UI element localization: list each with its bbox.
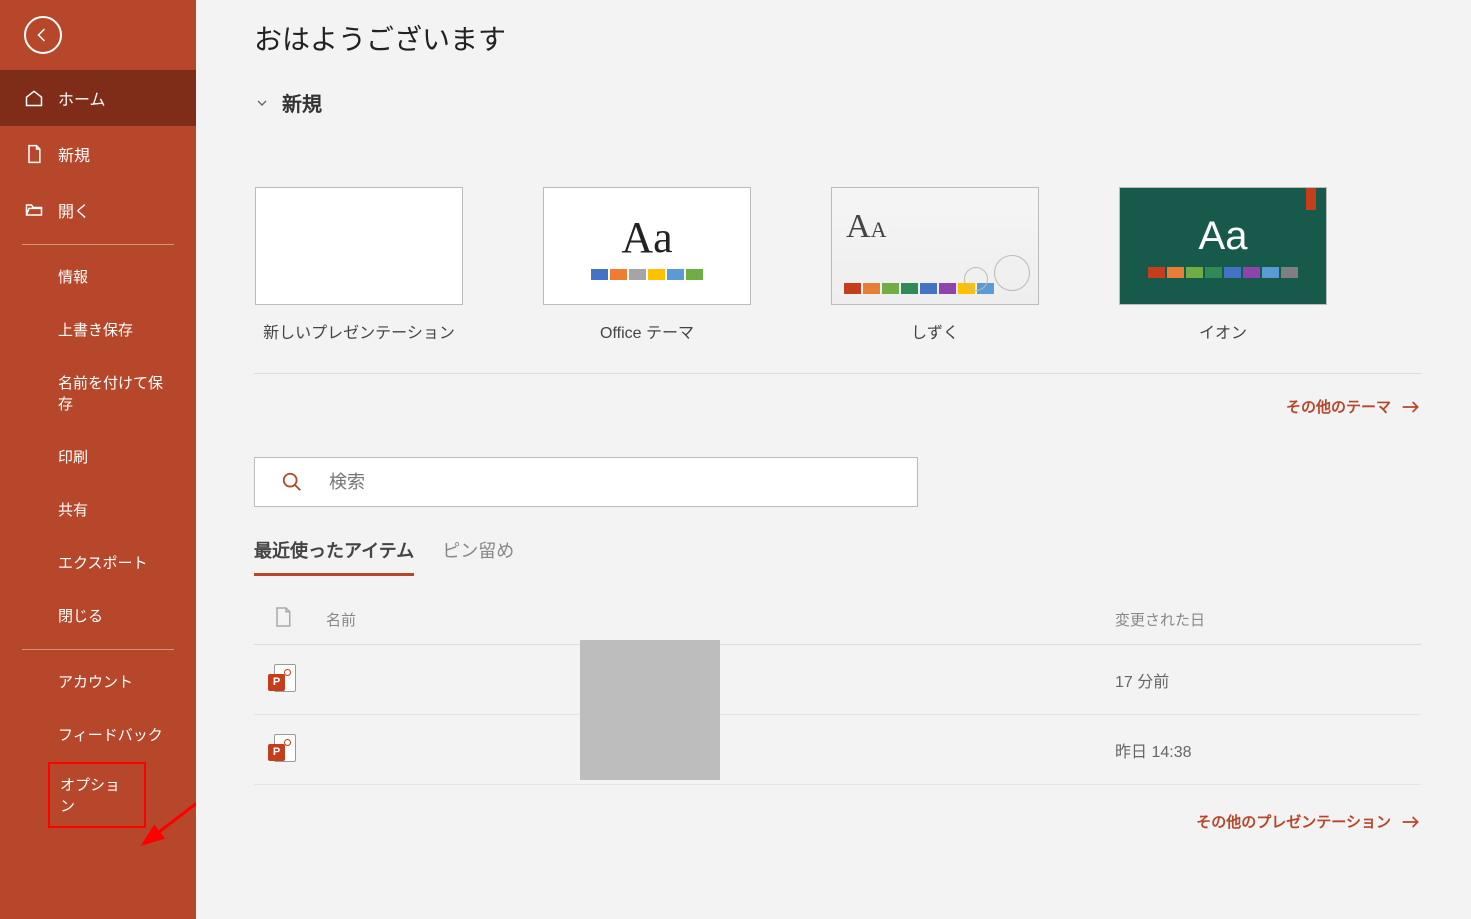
page-title: おはようございます bbox=[254, 0, 1421, 70]
more-themes-link[interactable]: その他のテーマ bbox=[254, 396, 1421, 417]
table-header: 名前 変更された日 bbox=[254, 600, 1421, 645]
tab-pinned[interactable]: ピン留め bbox=[442, 537, 514, 576]
template-droplet[interactable]: AA しずく bbox=[830, 187, 1040, 343]
template-ion[interactable]: Aa イオン bbox=[1118, 187, 1328, 343]
powerpoint-file-icon: P bbox=[268, 664, 300, 696]
sidebar: ホーム 新規 開く 情報 上書き保存 名前を付けて保存 印刷 共有 エクスポート… bbox=[0, 0, 196, 919]
sidebar-item-label: ホーム bbox=[58, 86, 106, 110]
template-thumb bbox=[255, 187, 463, 305]
sidebar-item-save-as[interactable]: 名前を付けて保存 bbox=[0, 357, 196, 431]
template-label: イオン bbox=[1199, 319, 1247, 343]
link-label: その他のテーマ bbox=[1286, 396, 1391, 417]
aa-preview-text: AA bbox=[846, 208, 886, 246]
divider bbox=[254, 373, 1421, 374]
bubbles-decoration bbox=[962, 255, 1030, 296]
sidebar-item-account[interactable]: アカウント bbox=[0, 656, 196, 709]
recent-files-table: 名前 変更された日 P 17 分前 P 昨日 14:38 bbox=[254, 600, 1421, 785]
col-name-header: 名前 bbox=[326, 609, 1115, 630]
table-row[interactable]: P 昨日 14:38 bbox=[254, 715, 1421, 785]
sidebar-item-options[interactable]: オプション bbox=[48, 762, 146, 828]
home-icon bbox=[24, 88, 44, 108]
table-row[interactable]: P 17 分前 bbox=[254, 645, 1421, 715]
template-label: Office テーマ bbox=[600, 319, 694, 343]
sidebar-item-label: 開く bbox=[58, 198, 90, 222]
templates-row: 新しいプレゼンテーション Aa Office テーマ AA bbox=[254, 187, 1421, 343]
file-icon bbox=[274, 606, 292, 628]
arrow-right-icon bbox=[1401, 400, 1421, 414]
sidebar-item-export[interactable]: エクスポート bbox=[0, 537, 196, 590]
arrow-right-icon bbox=[1401, 815, 1421, 829]
new-section-header[interactable]: 新規 bbox=[254, 88, 1421, 117]
template-thumb: Aa bbox=[543, 187, 751, 305]
sidebar-item-feedback[interactable]: フィードバック bbox=[0, 709, 196, 762]
section-label: 新規 bbox=[282, 88, 322, 117]
more-presentations-link[interactable]: その他のプレゼンテーション bbox=[254, 811, 1421, 832]
sidebar-item-new[interactable]: 新規 bbox=[0, 126, 196, 182]
sidebar-item-open[interactable]: 開く bbox=[0, 182, 196, 238]
sidebar-separator bbox=[22, 244, 174, 245]
color-strip bbox=[591, 269, 703, 280]
search-input[interactable] bbox=[329, 472, 891, 493]
tab-recent[interactable]: 最近使ったアイテム bbox=[254, 537, 414, 576]
template-blank[interactable]: 新しいプレゼンテーション bbox=[254, 187, 464, 343]
arrow-left-icon bbox=[34, 26, 52, 44]
folder-open-icon bbox=[24, 200, 44, 220]
template-thumb: Aa bbox=[1119, 187, 1327, 305]
template-label: しずく bbox=[911, 319, 959, 343]
sidebar-item-save[interactable]: 上書き保存 bbox=[0, 304, 196, 357]
tabs: 最近使ったアイテム ピン留め bbox=[254, 537, 1421, 576]
powerpoint-file-icon: P bbox=[268, 734, 300, 766]
link-label: その他のプレゼンテーション bbox=[1196, 811, 1391, 832]
template-office-theme[interactable]: Aa Office テーマ bbox=[542, 187, 752, 343]
redacted-area bbox=[580, 640, 720, 780]
color-strip bbox=[1148, 267, 1298, 278]
sidebar-item-home[interactable]: ホーム bbox=[0, 70, 196, 126]
template-label: 新しいプレゼンテーション bbox=[263, 319, 455, 343]
template-thumb: AA bbox=[831, 187, 1039, 305]
chevron-down-icon bbox=[254, 95, 270, 111]
main-content: おはようございます 新規 新しいプレゼンテーション Aa Office テーマ … bbox=[196, 0, 1471, 919]
sidebar-item-share[interactable]: 共有 bbox=[0, 484, 196, 537]
back-button[interactable] bbox=[24, 16, 62, 54]
aa-preview-text: Aa bbox=[621, 212, 672, 263]
sidebar-item-info[interactable]: 情報 bbox=[0, 251, 196, 304]
search-box[interactable] bbox=[254, 457, 918, 507]
file-date-cell: 17 分前 bbox=[1115, 668, 1421, 692]
new-file-icon bbox=[24, 144, 44, 164]
col-date-header: 変更された日 bbox=[1115, 609, 1421, 630]
aa-preview-text: Aa bbox=[1199, 214, 1248, 259]
sidebar-separator bbox=[22, 649, 174, 650]
sidebar-item-print[interactable]: 印刷 bbox=[0, 431, 196, 484]
sidebar-item-close[interactable]: 閉じる bbox=[0, 590, 196, 643]
search-icon bbox=[281, 471, 303, 493]
sidebar-item-label: 新規 bbox=[58, 142, 90, 166]
file-date-cell: 昨日 14:38 bbox=[1115, 738, 1421, 762]
